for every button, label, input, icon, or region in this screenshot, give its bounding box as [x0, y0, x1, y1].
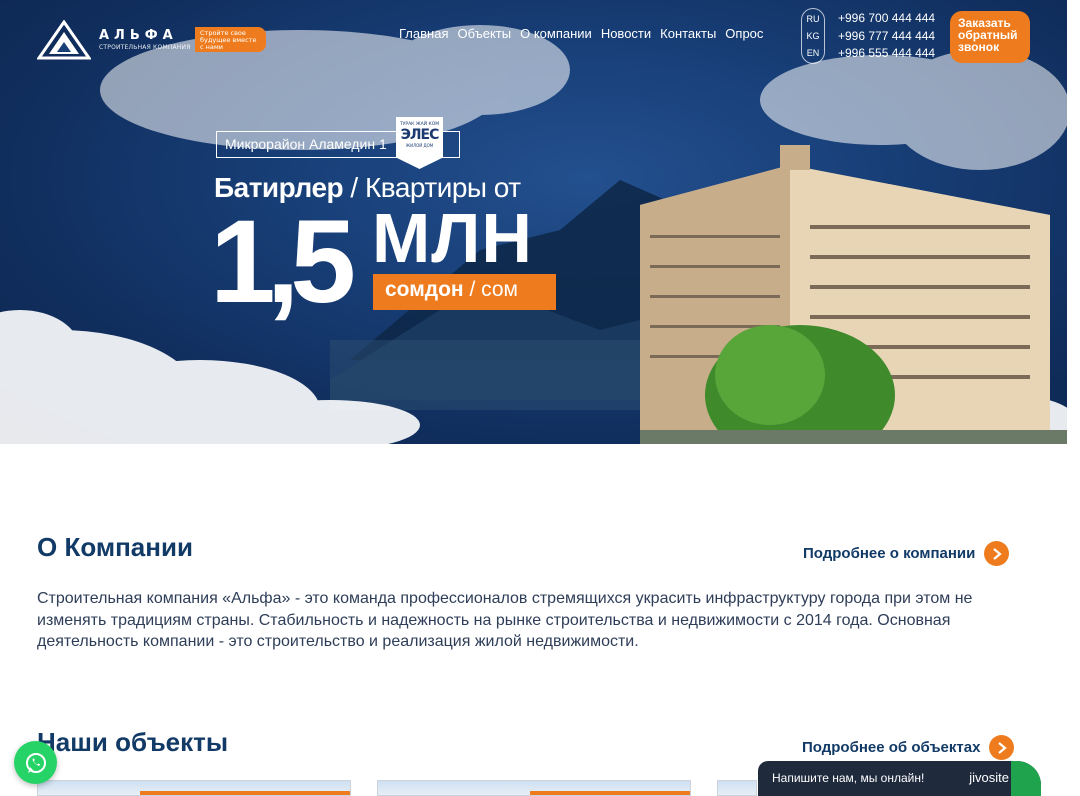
language-switcher: RU KG EN — [801, 8, 825, 64]
logo-name: АЛЬФА — [99, 27, 178, 43]
badge-bottom: ЖИЛОЙ ДОМ — [405, 143, 434, 148]
price-unit: МЛН — [372, 199, 533, 277]
logo-triangle-icon — [37, 20, 91, 60]
main-nav: Главная Объекты О компании Новости Конта… — [399, 26, 763, 41]
arrow-right-icon — [989, 735, 1015, 760]
badge-main: ЭЛЕС — [400, 127, 440, 143]
about-title: О Компании — [37, 532, 193, 562]
nav-item-survey[interactable]: Опрос — [725, 26, 763, 41]
phone-3[interactable]: +996 555 444 444 — [838, 45, 935, 63]
nav-item-contacts[interactable]: Контакты — [660, 26, 716, 41]
arrow-right-icon — [984, 541, 1010, 566]
lang-en[interactable]: EN — [807, 48, 820, 58]
logo-subtitle: СТРОИТЕЛЬНАЯ КОМПАНИЯ — [99, 43, 191, 51]
currency-rest: / сом — [463, 278, 518, 301]
nav-item-news[interactable]: Новости — [601, 26, 651, 41]
lang-kg[interactable]: KG — [806, 31, 819, 41]
whatsapp-icon — [25, 752, 46, 773]
phone-1[interactable]: +996 700 444 444 — [838, 10, 935, 28]
about-more-link[interactable]: Подробнее о компании — [803, 541, 1010, 566]
objects-title: Наши объекты — [37, 727, 229, 757]
callback-button[interactable]: Заказать обратный звонок — [950, 11, 1030, 63]
objects-more-label: Подробнее об объектах — [802, 739, 981, 756]
phone-2[interactable]: +996 777 444 444 — [838, 28, 935, 46]
chat-text: Напишите нам, мы онлайн! — [772, 771, 925, 785]
chat-brand: jivosite — [969, 770, 1009, 785]
nav-item-about[interactable]: О компании — [520, 26, 592, 41]
phone-list: +996 700 444 444 +996 777 444 444 +996 5… — [838, 10, 935, 63]
nav-item-home[interactable]: Главная — [399, 26, 448, 41]
nav-item-objects[interactable]: Объекты — [457, 26, 511, 41]
currency-bold: сомдон — [385, 278, 464, 301]
objects-more-link[interactable]: Подробнее об объектах — [802, 735, 1015, 760]
logo-tagline: Стройте свое будущее вместе с нами — [195, 27, 266, 52]
price-number: 1,5 — [210, 196, 356, 328]
about-more-label: Подробнее о компании — [803, 545, 976, 562]
object-card[interactable] — [37, 780, 351, 796]
company-logo[interactable]: АЛЬФА СТРОИТЕЛЬНАЯ КОМПАНИЯ — [37, 20, 191, 60]
whatsapp-button[interactable] — [14, 741, 57, 784]
chat-widget[interactable]: Напишите нам, мы онлайн! jivosite — [758, 761, 1041, 796]
building-illustration — [640, 145, 1067, 444]
object-card[interactable] — [717, 780, 757, 796]
currency-label: сомдон / сом — [373, 274, 556, 310]
hero-banner: АЛЬФА СТРОИТЕЛЬНАЯ КОМПАНИЯ Стройте свое… — [0, 0, 1067, 444]
chat-status-indicator — [1011, 761, 1041, 796]
lang-ru[interactable]: RU — [807, 14, 820, 24]
about-text: Строительная компания «Альфа» - это кома… — [37, 590, 973, 650]
object-card[interactable] — [377, 780, 691, 796]
